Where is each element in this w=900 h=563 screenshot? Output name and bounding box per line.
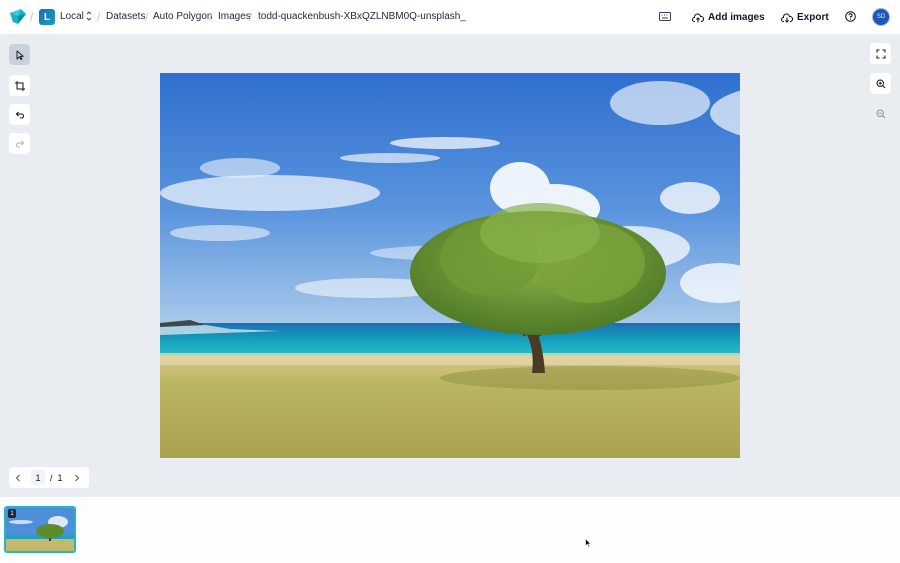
redo-button[interactable] xyxy=(9,133,30,154)
breadcrumb-dataset-name[interactable]: Auto Polygon xyxy=(153,11,213,22)
breadcrumb-image-name: todd-quackenbush-XBxQZLNBM0Q-unsplash_ xyxy=(258,11,466,22)
user-avatar[interactable]: SD xyxy=(872,8,890,26)
zoom-out-icon xyxy=(875,108,885,118)
select-tool-button[interactable] xyxy=(9,44,30,65)
fullscreen-icon xyxy=(876,49,885,58)
thumbnail-index-badge: 1 xyxy=(8,509,16,518)
previous-page-button[interactable] xyxy=(9,467,27,488)
chevron-right-icon xyxy=(74,474,79,481)
bounding-box-icon xyxy=(14,80,25,91)
workspace-badge[interactable]: L xyxy=(39,9,55,25)
add-images-button[interactable]: Add images xyxy=(692,9,765,26)
top-bar: / L Local / Datasets / Auto Polygon / Im… xyxy=(0,0,900,35)
crop-tool-button[interactable] xyxy=(9,75,30,96)
page-total: 1 xyxy=(57,472,63,483)
redo-icon xyxy=(15,140,24,147)
thumbnail-image xyxy=(6,508,74,551)
chevron-left-icon xyxy=(15,474,20,481)
export-button[interactable]: Export xyxy=(781,9,829,26)
add-images-label: Add images xyxy=(708,12,765,23)
zoom-out-button[interactable] xyxy=(870,103,891,124)
filmstrip: 1 xyxy=(0,497,900,563)
app-logo-icon[interactable] xyxy=(9,9,27,25)
zoom-in-icon xyxy=(875,78,885,88)
zoom-in-button[interactable] xyxy=(870,73,891,94)
breadcrumb-separator: / xyxy=(97,10,101,24)
undo-button[interactable] xyxy=(9,104,30,125)
cloud-download-icon xyxy=(781,12,793,23)
pagination: 1 / 1 xyxy=(9,467,89,488)
annotation-canvas[interactable]: 1 / 1 xyxy=(0,35,900,497)
page-number-input[interactable]: 1 xyxy=(31,470,45,485)
page-separator: / xyxy=(50,472,53,483)
breadcrumb-separator: / xyxy=(209,10,213,24)
help-icon[interactable] xyxy=(845,11,856,22)
image-viewer-photo[interactable] xyxy=(160,73,740,458)
breadcrumb-datasets[interactable]: Datasets xyxy=(106,11,145,22)
pointer-cursor-icon xyxy=(16,50,24,60)
fullscreen-button[interactable] xyxy=(870,43,891,64)
chevron-up-down-icon[interactable] xyxy=(86,10,92,22)
breadcrumb-separator: / xyxy=(145,10,149,24)
breadcrumb-separator: / xyxy=(30,10,34,24)
cloud-upload-icon xyxy=(692,12,704,22)
workspace-selector[interactable]: Local xyxy=(60,11,84,22)
breadcrumb-separator: / xyxy=(249,10,253,24)
image-thumbnail[interactable]: 1 xyxy=(4,506,76,553)
export-label: Export xyxy=(797,12,829,23)
keyboard-icon[interactable] xyxy=(659,12,671,21)
next-page-button[interactable] xyxy=(68,467,86,488)
undo-icon xyxy=(15,111,24,118)
mouse-cursor-icon xyxy=(585,538,592,548)
breadcrumb-images[interactable]: Images xyxy=(218,11,251,22)
